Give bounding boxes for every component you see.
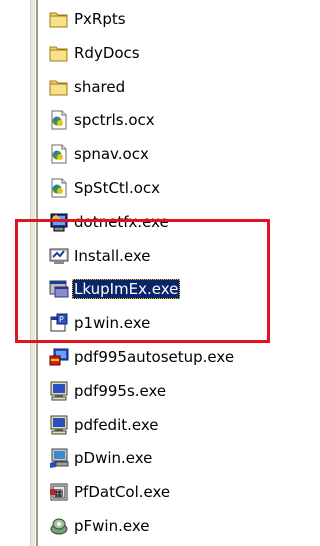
activex-control-icon [48, 109, 70, 131]
monitor-icon [48, 380, 70, 402]
monitor-icon [48, 414, 70, 436]
folder-icon [48, 76, 70, 98]
computer-icon [48, 447, 70, 469]
file-item-pdf995s-exe[interactable]: pdf995s.exe [48, 378, 168, 404]
file-item-pdwin-exe[interactable]: pDwin.exe [48, 445, 154, 471]
file-item-label: RdyDocs [74, 44, 140, 62]
file-item-label: spctrls.ocx [74, 111, 155, 129]
activex-control-icon [48, 177, 70, 199]
folder-icon [48, 42, 70, 64]
file-item-label: PfDatCol.exe [74, 483, 171, 501]
svg-text:▦: ▦ [54, 488, 63, 499]
file-item-label: pFwin.exe [74, 517, 150, 535]
activex-control-icon [48, 143, 70, 165]
file-item-spctrls-ocx[interactable]: spctrls.ocx [48, 107, 157, 133]
file-item-label: SpStCtl.ocx [74, 179, 161, 197]
file-item-label: pdfedit.exe [74, 416, 159, 434]
file-item-pdfedit-exe[interactable]: pdfedit.exe [48, 412, 161, 438]
file-item-pfwin-exe[interactable]: pFwin.exe [48, 513, 151, 539]
data-collector-icon: ▦ [48, 481, 70, 503]
file-item-label: shared [74, 78, 126, 96]
file-item-spnav-ocx[interactable]: spnav.ocx [48, 141, 151, 167]
file-item-pxrpts[interactable]: PxRpts [48, 6, 128, 32]
file-item-label: pDwin.exe [74, 449, 153, 467]
file-item-label: spnav.ocx [74, 145, 149, 163]
file-item-label: pdf995s.exe [74, 382, 167, 400]
file-item-rdydocs[interactable]: RdyDocs [48, 40, 142, 66]
file-item-label: PxRpts [74, 10, 126, 28]
file-item-pdf995autosetup-exe[interactable]: pdf995autosetup.exe [48, 344, 236, 370]
file-item-pfdatcol-exe[interactable]: ▦ PfDatCol.exe [48, 479, 172, 505]
annotation-highlight-box [15, 219, 270, 343]
folder-icon [48, 8, 70, 30]
file-item-label: pdf995autosetup.exe [74, 348, 235, 366]
network-icon [48, 515, 70, 537]
setup-icon [48, 346, 70, 368]
file-item-shared[interactable]: shared [48, 74, 127, 100]
file-item-spstctl-ocx[interactable]: SpStCtl.ocx [48, 175, 162, 201]
